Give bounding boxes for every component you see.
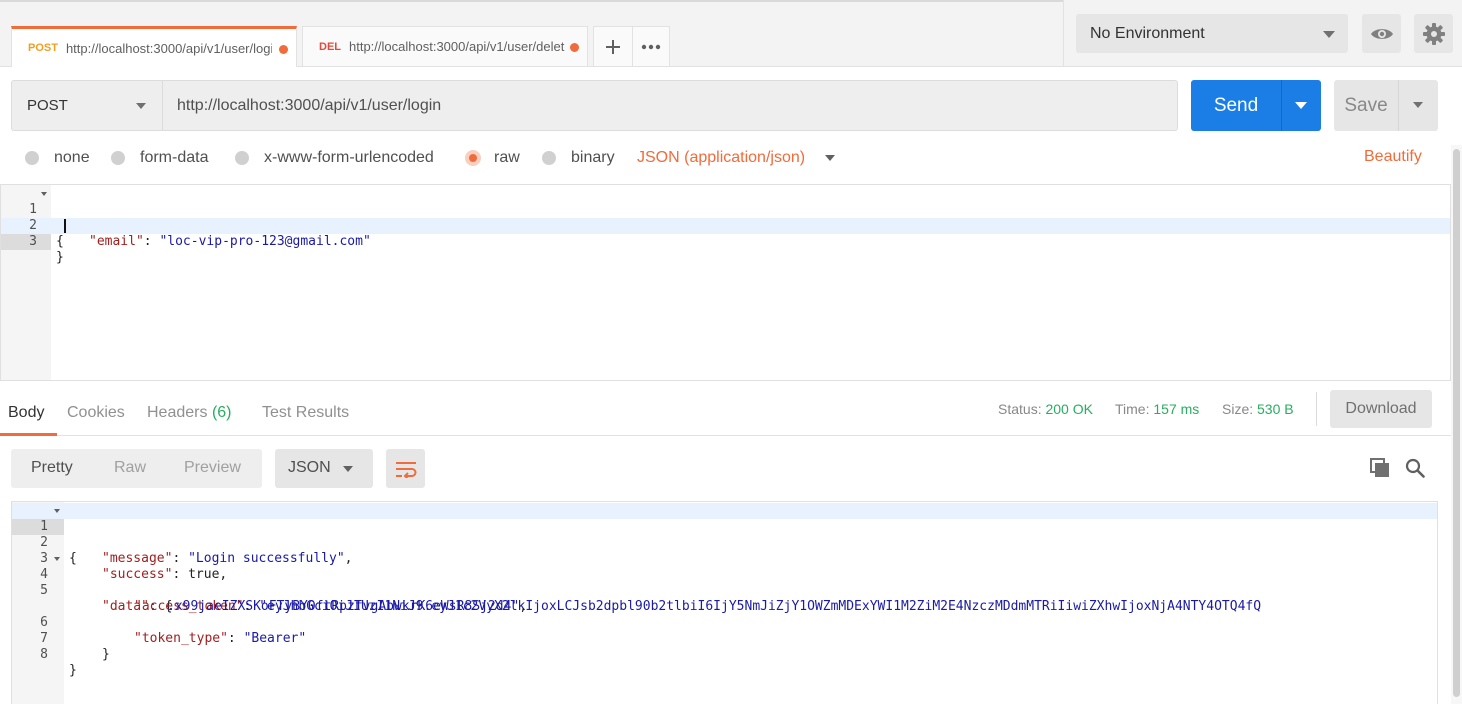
unsaved-dot-icon xyxy=(279,45,288,54)
body-type-row: none form-data x-www-form-urlencoded raw… xyxy=(0,145,1450,175)
url-input[interactable] xyxy=(162,80,1178,131)
plus-icon xyxy=(606,39,620,54)
code-line: 2 "email": "loc-vip-pro-123@gmail.com" xyxy=(29,218,371,249)
unsaved-dot-icon xyxy=(570,43,579,52)
tab-method-label: DEL xyxy=(319,40,341,53)
chevron-down-icon xyxy=(343,466,353,472)
tab-url-label: http://localhost:3000/api/v1/user/delete xyxy=(349,39,565,54)
fold-arrow-icon[interactable] xyxy=(41,192,47,196)
tab-test-results[interactable]: Test Results xyxy=(262,404,349,422)
download-button[interactable]: Download xyxy=(1330,390,1432,428)
code-line: 8 } xyxy=(40,647,77,678)
chevron-down-icon xyxy=(1323,31,1335,38)
response-format-select[interactable]: JSON xyxy=(275,449,373,488)
radio-label: x-www-form-urlencoded xyxy=(264,149,434,166)
chevron-down-icon xyxy=(136,103,146,109)
view-raw-button[interactable]: Raw xyxy=(114,459,146,477)
radio-circle xyxy=(25,151,39,165)
radio-form-data[interactable]: form-data xyxy=(111,149,208,167)
tab-del-user[interactable]: DEL http://localhost:3000/api/v1/user/de… xyxy=(302,26,588,66)
divider xyxy=(1316,392,1317,426)
headers-count-badge: (6) xyxy=(211,404,232,421)
radio-label: form-data xyxy=(140,149,209,166)
response-tabs: Body Cookies Headers (6) Test Results St… xyxy=(0,390,1462,436)
status-readout: Status: 200 OK xyxy=(998,401,1093,417)
radio-label: none xyxy=(54,149,90,166)
wrap-lines-icon xyxy=(395,461,416,478)
tab-body[interactable]: Body xyxy=(8,404,44,422)
chevron-down-icon xyxy=(1413,102,1423,108)
time-readout: Time: 157 ms xyxy=(1115,401,1200,417)
response-body-viewer[interactable]: 1 { 2 "message": "Login successfully", 3… xyxy=(11,501,1438,704)
tab-options-button[interactable] xyxy=(632,26,670,66)
active-tab-indicator xyxy=(0,433,57,436)
code-line: 3 "success": true, xyxy=(40,551,228,582)
tab-cookies[interactable]: Cookies xyxy=(67,404,125,422)
method-selected-label: POST xyxy=(27,97,68,114)
view-pretty-button[interactable]: Pretty xyxy=(31,459,73,477)
send-options-button[interactable] xyxy=(1281,80,1321,131)
settings-button[interactable] xyxy=(1414,14,1453,53)
content-type-select[interactable]: JSON (application/json) xyxy=(637,149,805,167)
code-line: .x99jaeIZXSKoFTyBY0ftRpzfvgAbwkrK6eWsR8S… xyxy=(167,599,528,614)
tab-url-label: http://localhost:3000/api/v1/user/login xyxy=(65,40,272,56)
fold-arrow-icon[interactable] xyxy=(54,509,60,513)
send-button[interactable]: Send xyxy=(1191,80,1281,131)
eye-icon xyxy=(1370,28,1393,39)
format-selected-label: JSON xyxy=(288,459,331,476)
wrap-lines-button[interactable] xyxy=(386,449,425,488)
code-line: 3 } xyxy=(1,218,1450,265)
scrollbar-thumb[interactable] xyxy=(1453,149,1460,697)
environment-selected-label: No Environment xyxy=(1090,24,1205,42)
radio-none[interactable]: none xyxy=(25,149,90,167)
tab-method-label: POST xyxy=(28,42,58,54)
response-view-group: Pretty Raw Preview xyxy=(11,449,262,488)
radio-circle-selected xyxy=(465,150,481,166)
code-line: 6 "token_type": "Bearer" xyxy=(40,615,307,646)
radio-urlencoded[interactable]: x-www-form-urlencoded xyxy=(235,149,434,167)
gear-icon xyxy=(1422,22,1445,45)
environment-quick-look-button[interactable] xyxy=(1362,14,1401,53)
beautify-link[interactable]: Beautify xyxy=(1364,148,1422,166)
radio-binary[interactable]: binary xyxy=(542,149,615,167)
code-line: 4 "data": { xyxy=(12,551,1437,614)
radio-raw[interactable]: raw xyxy=(465,149,520,167)
save-button[interactable]: Save xyxy=(1334,80,1398,131)
search-response-button[interactable] xyxy=(1403,456,1427,480)
search-icon xyxy=(1405,458,1425,478)
new-tab-button[interactable] xyxy=(593,26,633,66)
save-options-button[interactable] xyxy=(1398,80,1438,131)
ellipsis-icon xyxy=(641,44,661,49)
chevron-down-icon[interactable] xyxy=(825,155,835,161)
request-body-editor[interactable]: 1 { 2 "email": "loc-vip-pro-123@gmail.co… xyxy=(0,184,1451,381)
tab-post-login[interactable]: POST http://localhost:3000/api/v1/user/l… xyxy=(11,26,297,67)
vertical-scrollbar[interactable] xyxy=(1451,145,1462,704)
method-select[interactable]: POST xyxy=(11,80,163,131)
radio-circle xyxy=(235,151,249,165)
code-line: 5 "access_token": "eyJhbGciOiJIUzI1NiJ9.… xyxy=(40,583,1262,614)
copy-icon xyxy=(1370,458,1389,477)
tab-headers[interactable]: Headers (6) xyxy=(147,404,232,422)
code-line: 2 "message": "Login successfully", xyxy=(40,535,353,566)
environment-select[interactable]: No Environment xyxy=(1076,14,1348,53)
code-line: 7 } xyxy=(40,631,110,662)
copy-response-button[interactable] xyxy=(1368,456,1392,480)
size-readout: Size: 530 B xyxy=(1222,401,1294,417)
text-cursor xyxy=(64,219,66,233)
fold-arrow-icon[interactable] xyxy=(54,557,60,561)
view-preview-button[interactable]: Preview xyxy=(184,459,241,477)
postman-window: POST http://localhost:3000/api/v1/user/l… xyxy=(0,0,1462,704)
radio-label: binary xyxy=(571,149,615,166)
code-line: 1 { xyxy=(12,503,1437,566)
chevron-down-icon xyxy=(1295,102,1307,109)
radio-label: raw xyxy=(494,149,520,166)
code-line: 1 { xyxy=(1,186,1450,249)
radio-circle xyxy=(111,151,125,165)
radio-circle xyxy=(542,151,556,165)
